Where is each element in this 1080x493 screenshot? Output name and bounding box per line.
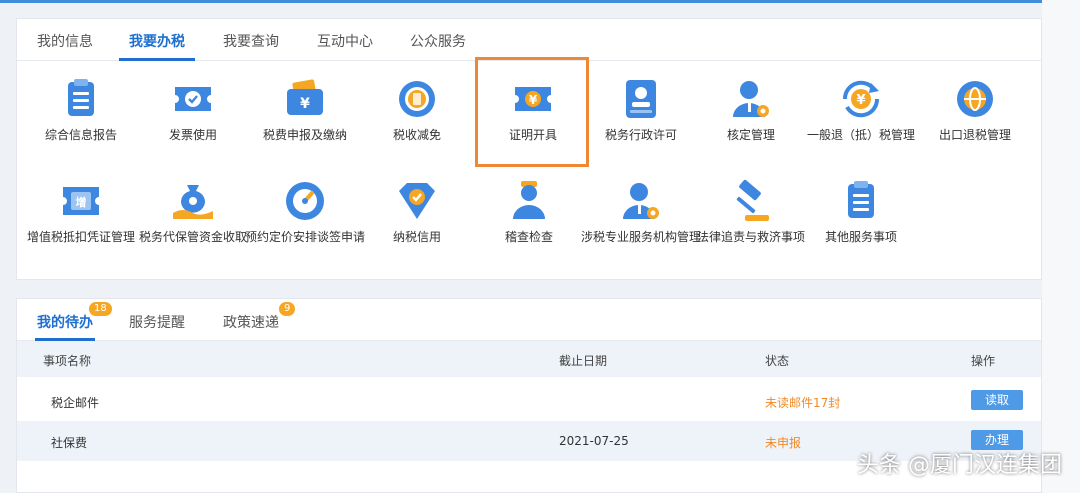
item-deadline: 2021-07-25 bbox=[559, 434, 629, 448]
service-invoice-use[interactable]: 发票使用 bbox=[133, 77, 253, 143]
coin-stack-icon bbox=[399, 81, 435, 117]
service-label: 纳税信用 bbox=[392, 230, 441, 244]
license-stamp-icon bbox=[626, 80, 656, 118]
service-legal-remedy[interactable]: 法律追责与救济事项 bbox=[691, 179, 811, 245]
table-row: 税企邮件 未读邮件17封 读取 bbox=[17, 381, 1041, 421]
tab-service-reminder[interactable]: 服务提醒 bbox=[129, 312, 185, 332]
column-header-name: 事项名称 bbox=[43, 354, 92, 368]
service-administrative-license[interactable]: 税务行政许可 bbox=[581, 77, 701, 143]
service-comprehensive-report[interactable]: 综合信息报告 bbox=[21, 77, 141, 143]
service-label: 出口退税管理 bbox=[938, 128, 1011, 142]
service-professional-agency[interactable]: 涉税专业服务机构管理 bbox=[581, 179, 701, 245]
service-assessment-management[interactable]: 核定管理 bbox=[691, 77, 811, 143]
column-header-action: 操作 bbox=[971, 354, 996, 368]
item-status: 未读邮件17封 bbox=[765, 396, 841, 410]
item-name: 社保费 bbox=[51, 436, 88, 450]
diamond-check-icon bbox=[399, 183, 435, 219]
watermark: 头条 @厦门汉连集团 bbox=[857, 453, 1062, 478]
service-label: 综合信息报告 bbox=[44, 128, 117, 142]
user-gear-icon bbox=[733, 81, 769, 117]
service-label: 涉税专业服务机构管理 bbox=[581, 230, 702, 244]
top-accent-line bbox=[0, 0, 1042, 3]
item-status: 未申报 bbox=[765, 436, 802, 450]
service-label: 稽查检查 bbox=[504, 230, 553, 244]
service-label: 税费申报及缴纳 bbox=[262, 128, 347, 142]
service-tax-credit[interactable]: 纳税信用 bbox=[357, 179, 477, 245]
gavel-icon bbox=[736, 179, 769, 221]
service-declaration-payment[interactable]: ¥ 税费申报及缴纳 bbox=[245, 77, 365, 143]
tax-services-panel: 我的信息 我要办税 我要查询 互动中心 公众服务 综合信息报告 发票使用 ¥ 税… bbox=[16, 18, 1042, 280]
clipboard-icon bbox=[848, 181, 874, 218]
service-label: 税务行政许可 bbox=[604, 128, 677, 142]
service-tax-reduction[interactable]: 税收减免 bbox=[357, 77, 477, 143]
item-name: 税企邮件 bbox=[51, 396, 100, 410]
wallet-yen-icon: ¥ bbox=[287, 79, 323, 115]
svg-text:增: 增 bbox=[76, 195, 87, 209]
service-certificate-issue[interactable]: ¥ 证明开具 bbox=[473, 77, 593, 143]
service-export-refund[interactable]: 出口退税管理 bbox=[915, 77, 1035, 143]
vat-ticket-icon: 增 bbox=[63, 187, 99, 215]
service-label: 其他服务事项 bbox=[824, 230, 897, 244]
todo-tab-bar: 我的待办 18 服务提醒 政策速递 9 bbox=[17, 299, 1041, 341]
column-header-status: 状态 bbox=[765, 354, 790, 368]
report-icon bbox=[68, 79, 94, 116]
active-tab-indicator bbox=[119, 58, 195, 61]
service-pricing-arrangement[interactable]: 预约定价安排谈签申请 bbox=[245, 179, 365, 245]
service-label: 税务代保管资金收取 bbox=[138, 230, 247, 244]
tab-tax-handling[interactable]: 我要办税 bbox=[129, 31, 185, 51]
policy-count-badge: 9 bbox=[279, 302, 296, 316]
invoice-icon bbox=[175, 87, 211, 111]
svg-text:¥: ¥ bbox=[300, 96, 310, 112]
service-label: 一般退（抵）税管理 bbox=[806, 128, 915, 142]
service-label: 预约定价安排谈签申请 bbox=[245, 230, 366, 244]
todo-count-badge: 18 bbox=[89, 302, 112, 316]
tab-query[interactable]: 我要查询 bbox=[223, 31, 279, 51]
column-header-deadline: 截止日期 bbox=[559, 354, 608, 368]
read-button[interactable]: 读取 bbox=[971, 390, 1023, 410]
tab-my-todo[interactable]: 我的待办 bbox=[37, 312, 93, 332]
tab-policy-express[interactable]: 政策速递 bbox=[223, 312, 279, 332]
service-label: 发票使用 bbox=[168, 128, 217, 142]
service-other[interactable]: 其他服务事项 bbox=[801, 179, 921, 245]
gauge-icon bbox=[286, 182, 324, 220]
service-label: 税收减免 bbox=[392, 128, 441, 142]
service-vat-deduction[interactable]: 增 增值税抵扣凭证管理 bbox=[21, 179, 141, 245]
svg-text:¥: ¥ bbox=[529, 93, 538, 107]
globe-icon bbox=[957, 81, 993, 117]
right-gutter bbox=[1042, 0, 1080, 493]
service-label: 法律追责与救济事项 bbox=[696, 230, 805, 244]
service-inspection[interactable]: 稽查检查 bbox=[469, 179, 589, 245]
tab-my-info[interactable]: 我的信息 bbox=[37, 31, 93, 51]
service-general-refund[interactable]: ¥ 一般退（抵）税管理 bbox=[801, 77, 921, 143]
svg-text:¥: ¥ bbox=[856, 93, 865, 108]
refund-yen-icon: ¥ bbox=[842, 80, 880, 118]
tab-public-service[interactable]: 公众服务 bbox=[410, 31, 466, 51]
money-bag-hand-icon bbox=[173, 185, 213, 219]
main-tab-bar: 我的信息 我要办税 我要查询 互动中心 公众服务 bbox=[17, 19, 1041, 61]
user-gear-2-icon bbox=[623, 183, 659, 219]
certificate-yen-icon: ¥ bbox=[515, 87, 551, 111]
table-header: 事项名称 截止日期 状态 操作 bbox=[17, 341, 1041, 377]
service-label: 增值税抵扣凭证管理 bbox=[26, 230, 135, 244]
service-label: 核定管理 bbox=[726, 128, 775, 142]
tab-interaction-center[interactable]: 互动中心 bbox=[317, 31, 373, 51]
service-label: 证明开具 bbox=[508, 128, 557, 142]
inspector-icon bbox=[513, 181, 545, 219]
service-custody-funds[interactable]: 税务代保管资金收取 bbox=[133, 179, 253, 245]
